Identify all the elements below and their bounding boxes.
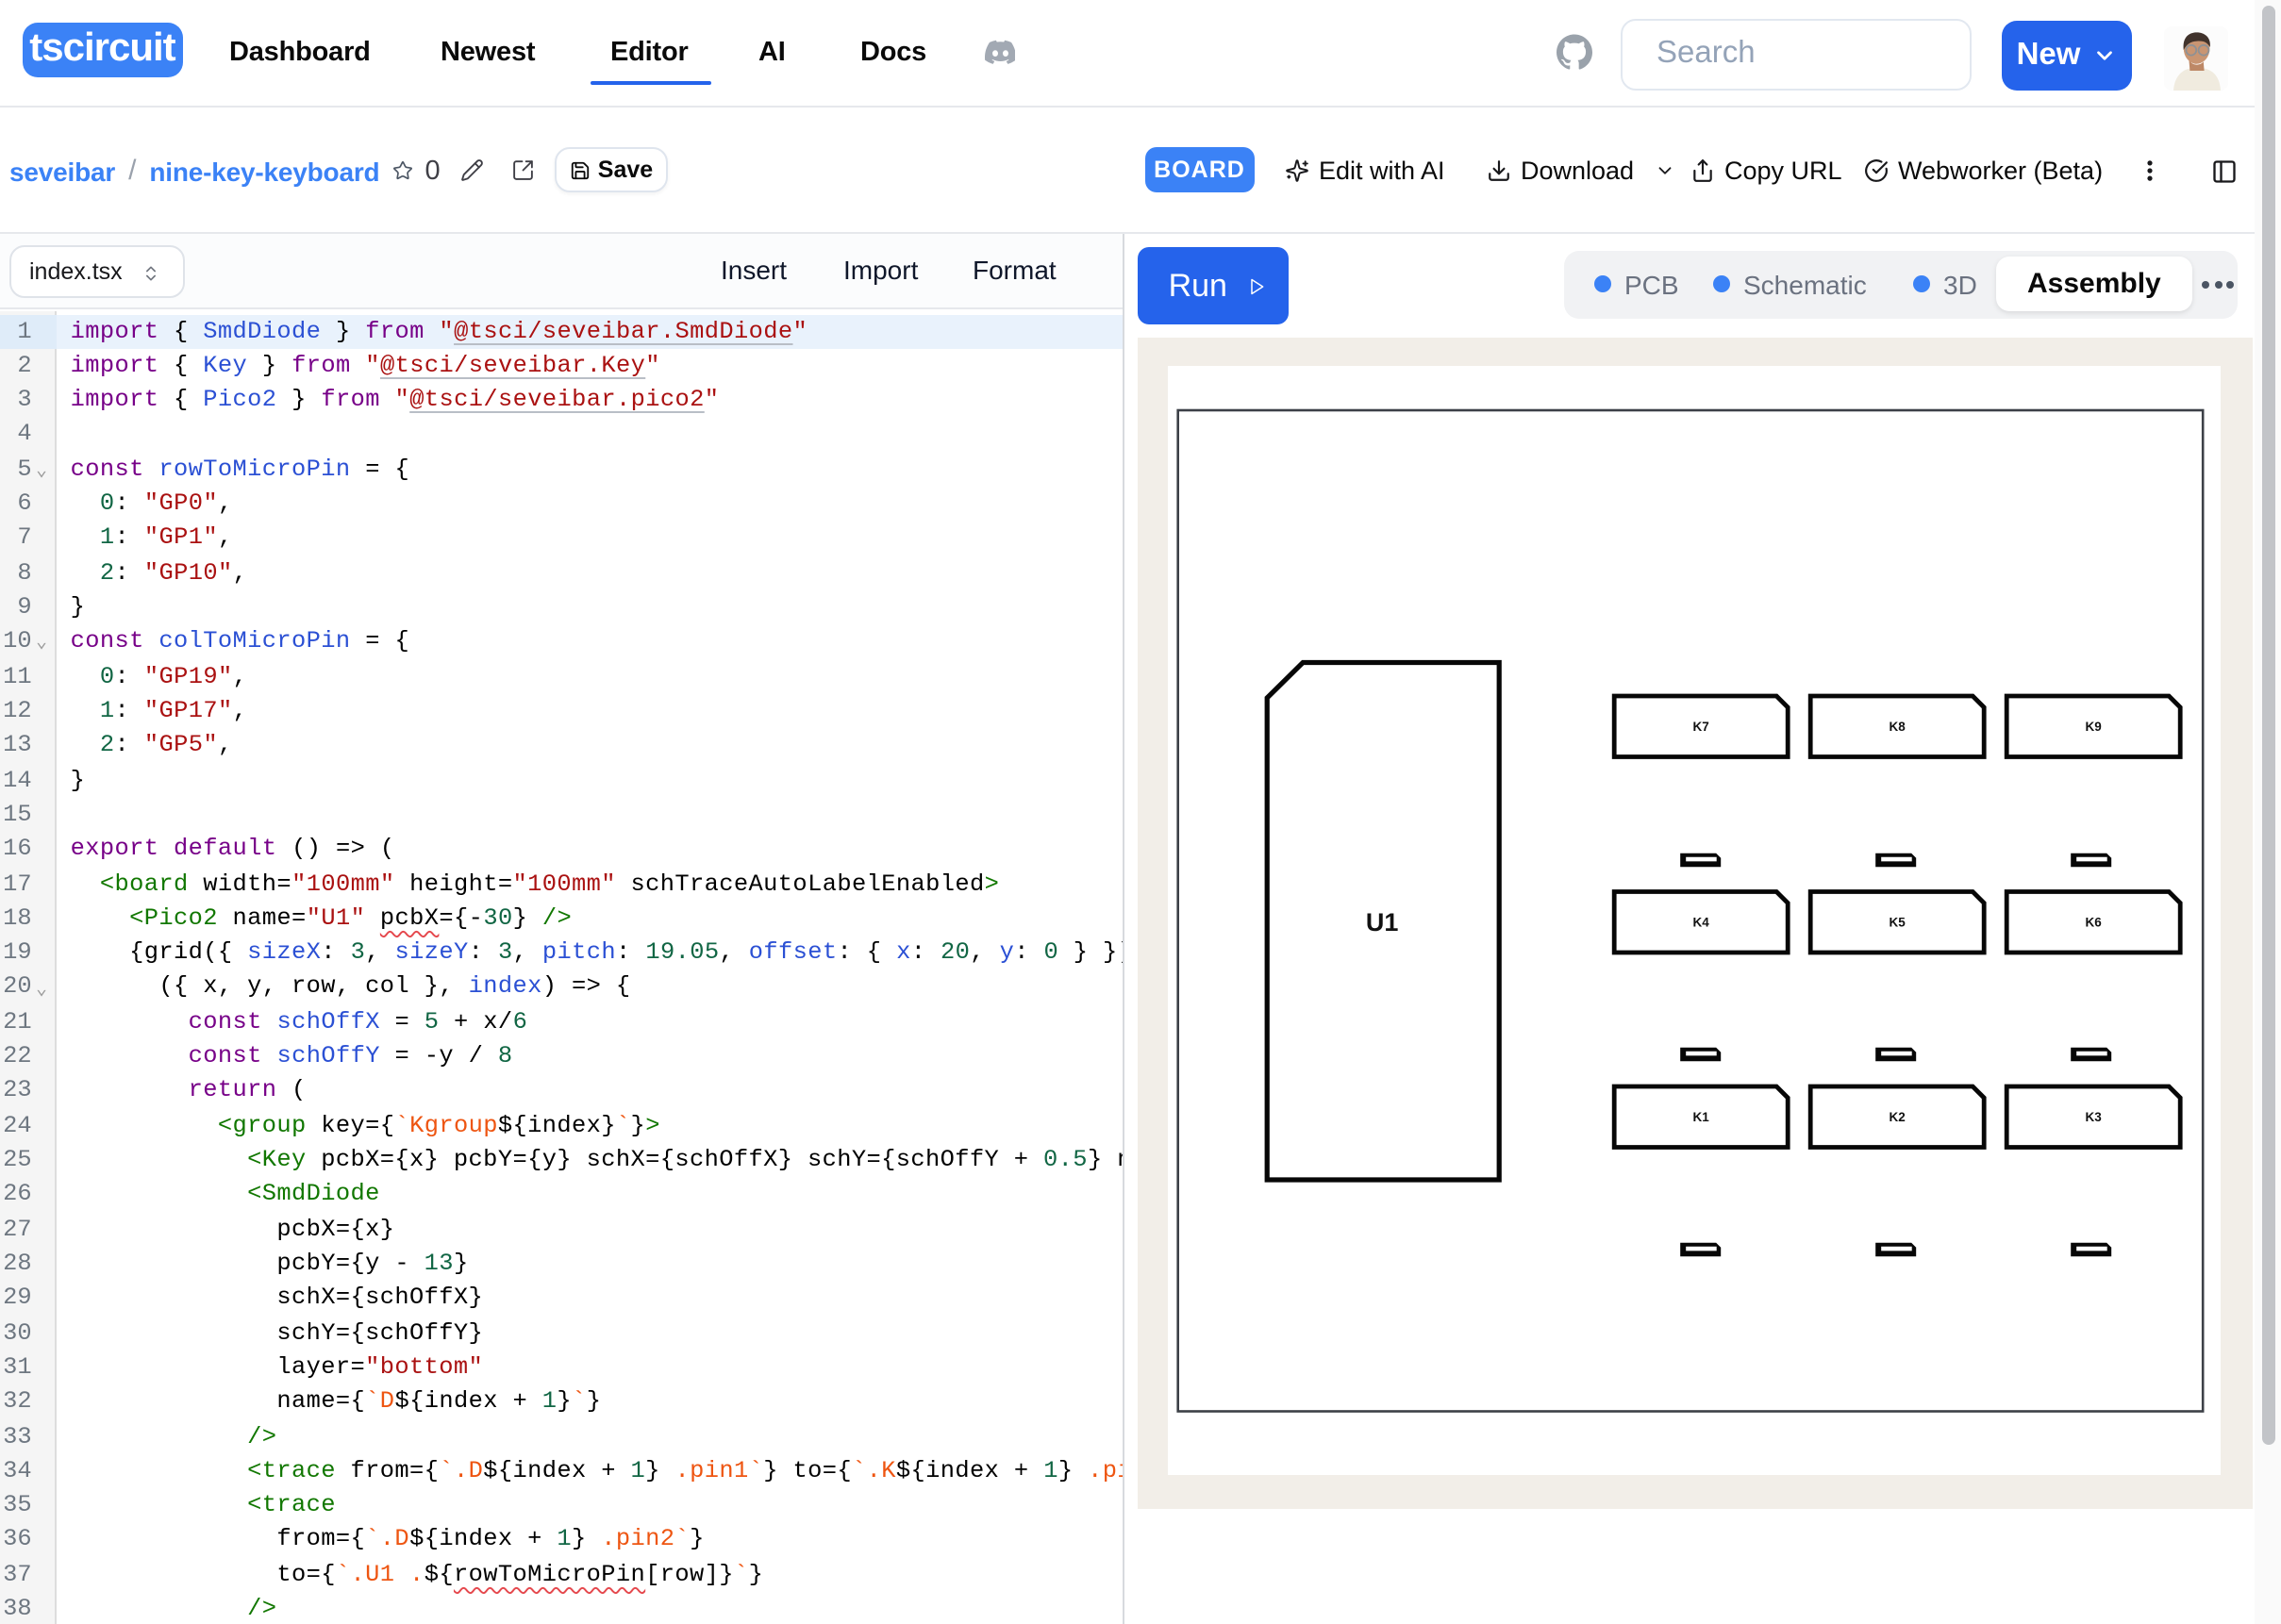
svg-text:K1: K1 bbox=[1693, 1110, 1710, 1124]
svg-text:K9: K9 bbox=[2086, 720, 2102, 734]
svg-text:K2: K2 bbox=[1890, 1110, 1906, 1124]
svg-text:K5: K5 bbox=[1890, 916, 1906, 930]
svg-text:K3: K3 bbox=[2086, 1110, 2103, 1124]
svg-text:K4: K4 bbox=[1693, 916, 1710, 930]
svg-text:K7: K7 bbox=[1693, 720, 1709, 734]
svg-text:K6: K6 bbox=[2086, 916, 2103, 930]
svg-text:U1: U1 bbox=[1367, 908, 1400, 936]
svg-text:K8: K8 bbox=[1890, 720, 1906, 734]
